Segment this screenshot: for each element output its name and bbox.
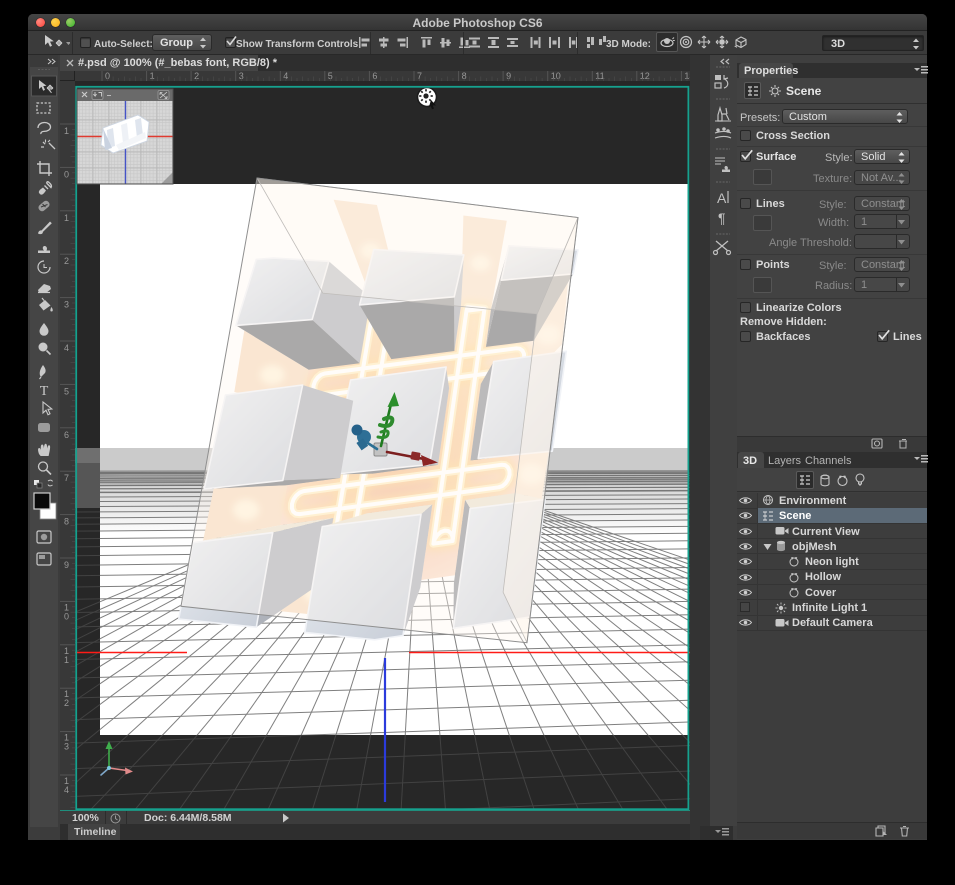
svg-text:T: T — [40, 384, 49, 399]
svg-text:10: 10 — [551, 71, 561, 81]
svg-text:4: 4 — [64, 343, 69, 353]
svg-text:7: 7 — [64, 473, 69, 483]
svg-text:¶: ¶ — [718, 210, 726, 226]
svg-text:2: 2 — [64, 256, 69, 266]
svg-text:8: 8 — [64, 517, 69, 527]
svg-text:2: 2 — [64, 698, 69, 708]
svg-text:5: 5 — [64, 386, 69, 396]
svg-text:0: 0 — [64, 169, 69, 179]
svg-text:3: 3 — [64, 742, 69, 752]
svg-text:1: 1 — [64, 655, 69, 665]
svg-text:1: 1 — [64, 213, 69, 223]
svg-text:4: 4 — [64, 785, 69, 795]
svg-text:0: 0 — [64, 611, 69, 621]
svg-text:6: 6 — [64, 430, 69, 440]
svg-text:A: A — [717, 190, 727, 206]
svg-text:9: 9 — [64, 560, 69, 570]
svg-text:3: 3 — [64, 300, 69, 310]
svg-text:1: 1 — [64, 126, 69, 136]
